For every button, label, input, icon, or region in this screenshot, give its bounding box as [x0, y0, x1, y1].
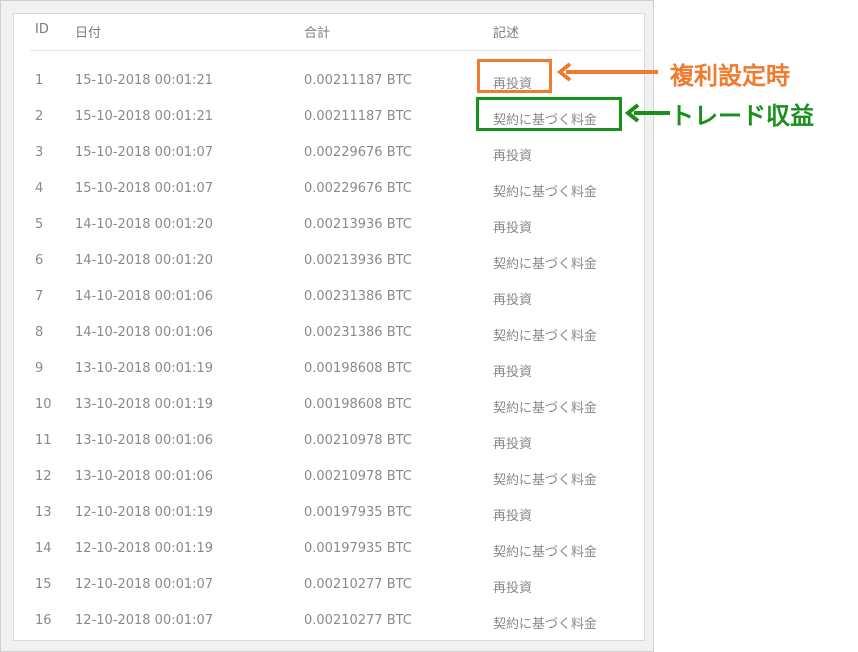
row-id: 1 [35, 73, 44, 88]
row-total: 0.00211187 BTC [304, 73, 412, 88]
table-row: 15 12-10-2018 00:01:07 0.00210277 BTC 再投資 [30, 568, 642, 604]
row-description: 再投資 [493, 509, 533, 524]
row-description: 再投資 [493, 149, 533, 164]
table-row: 6 14-10-2018 00:01:20 0.00213936 BTC 契約に基づく… [30, 244, 642, 280]
row-description: 契約に基づく料金 [493, 617, 598, 632]
table-row: 5 14-10-2018 00:01:20 0.00213936 BTC 再投資 [30, 208, 642, 244]
row-total: 0.00210277 BTC [304, 613, 412, 628]
row-total: 0.00210978 BTC [304, 469, 412, 484]
table-row: 16 12-10-2018 00:01:07 0.00210277 BTC 契約に基づ… [30, 604, 642, 640]
row-date: 15-10-2018 00:01:07 [75, 181, 214, 196]
row-total: 0.00210277 BTC [304, 577, 412, 592]
table-row: 9 13-10-2018 00:01:19 0.00198608 BTC 再投資 [30, 352, 642, 388]
header-description: 記述 [493, 26, 520, 41]
row-date: 12-10-2018 00:01:19 [75, 505, 214, 520]
row-id: 10 [35, 397, 52, 412]
row-id: 4 [35, 181, 44, 196]
row-id: 14 [35, 541, 52, 556]
row-description: 再投資 [493, 581, 533, 596]
table-row: 10 13-10-2018 00:01:19 0.00198608 BTC 契約に基づ… [30, 388, 642, 424]
row-id: 7 [35, 289, 44, 304]
row-description: 契約に基づく料金 [493, 401, 598, 416]
row-date: 13-10-2018 00:01:06 [75, 433, 214, 448]
row-date: 15-10-2018 00:01:21 [75, 109, 214, 124]
table-row: 14 12-10-2018 00:01:19 0.00197935 BTC 契約に基づ… [30, 532, 642, 568]
row-date: 15-10-2018 00:01:07 [75, 145, 214, 160]
table-row: 13 12-10-2018 00:01:19 0.00197935 BTC 再投資 [30, 496, 642, 532]
header-id: ID [35, 22, 49, 37]
row-id: 13 [35, 505, 52, 520]
row-total: 0.00213936 BTC [304, 253, 412, 268]
row-date: 13-10-2018 00:01:19 [75, 397, 214, 412]
row-description: 再投資 [493, 437, 533, 452]
row-id: 9 [35, 361, 44, 376]
row-total: 0.00197935 BTC [304, 541, 412, 556]
table-row: 11 13-10-2018 00:01:06 0.00210978 BTC 再投資 [30, 424, 642, 460]
trade-arrow-icon [624, 103, 670, 123]
table-header: ID 日付 合計 記述 [30, 14, 642, 51]
row-date: 14-10-2018 00:01:06 [75, 289, 214, 304]
row-date: 12-10-2018 00:01:19 [75, 541, 214, 556]
row-total: 0.00229676 BTC [304, 145, 412, 160]
compound-annotation-label: 複利設定時 [670, 62, 790, 90]
row-description: 契約に基づく料金 [493, 473, 598, 488]
row-total: 0.00198608 BTC [304, 361, 412, 376]
table-row: 8 14-10-2018 00:01:06 0.00231386 BTC 契約に基づく… [30, 316, 642, 352]
row-description: 契約に基づく料金 [493, 329, 598, 344]
row-total: 0.00198608 BTC [304, 397, 412, 412]
row-total: 0.00231386 BTC [304, 325, 412, 340]
row-description: 契約に基づく料金 [493, 545, 598, 560]
row-date: 13-10-2018 00:01:19 [75, 361, 214, 376]
row-id: 8 [35, 325, 44, 340]
row-total: 0.00211187 BTC [304, 109, 412, 124]
row-date: 13-10-2018 00:01:06 [75, 469, 214, 484]
row-date: 12-10-2018 00:01:07 [75, 613, 214, 628]
row-total: 0.00213936 BTC [304, 217, 412, 232]
row-total: 0.00229676 BTC [304, 181, 412, 196]
trade-highlight-box [476, 97, 622, 131]
row-description: 再投資 [493, 365, 533, 380]
row-id: 15 [35, 577, 52, 592]
row-id: 5 [35, 217, 44, 232]
header-total: 合計 [304, 26, 331, 41]
row-total: 0.00197935 BTC [304, 505, 412, 520]
row-date: 14-10-2018 00:01:20 [75, 217, 214, 232]
row-date: 14-10-2018 00:01:20 [75, 253, 214, 268]
compound-highlight-box [477, 59, 552, 93]
row-date: 12-10-2018 00:01:07 [75, 577, 214, 592]
table-row: 4 15-10-2018 00:01:07 0.00229676 BTC 契約に基づく… [30, 172, 642, 208]
row-id: 12 [35, 469, 52, 484]
row-id: 3 [35, 145, 44, 160]
row-id: 6 [35, 253, 44, 268]
row-description: 契約に基づく料金 [493, 185, 598, 200]
table-row: 7 14-10-2018 00:01:06 0.00231386 BTC 再投資 [30, 280, 642, 316]
row-total: 0.00210978 BTC [304, 433, 412, 448]
row-id: 16 [35, 613, 52, 628]
table-row: 12 13-10-2018 00:01:06 0.00210978 BTC 契約に基づ… [30, 460, 642, 496]
row-id: 2 [35, 109, 44, 124]
row-description: 再投資 [493, 293, 533, 308]
compound-arrow-icon [556, 62, 658, 82]
row-id: 11 [35, 433, 52, 448]
table-row: 3 15-10-2018 00:01:07 0.00229676 BTC 再投資 [30, 136, 642, 172]
trade-annotation-label: トレード収益 [670, 102, 814, 130]
row-description: 再投資 [493, 221, 533, 236]
row-total: 0.00231386 BTC [304, 289, 412, 304]
row-description: 契約に基づく料金 [493, 257, 598, 272]
header-date: 日付 [75, 26, 102, 41]
row-date: 15-10-2018 00:01:21 [75, 73, 214, 88]
row-date: 14-10-2018 00:01:06 [75, 325, 214, 340]
